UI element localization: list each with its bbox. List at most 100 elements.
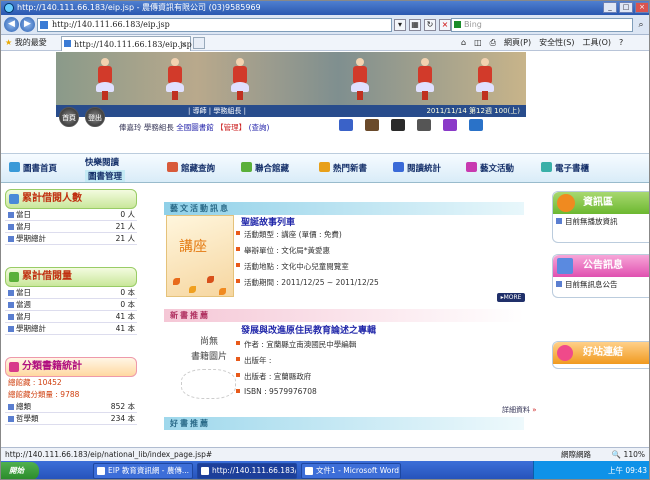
nav-ebook[interactable]: 電子書櫃 [541,162,589,174]
nav-arts[interactable]: 藝文活動 [466,162,514,174]
manage-link[interactable]: 【管理】 [216,123,246,132]
stop-icon[interactable]: × [439,19,451,31]
nav-stats[interactable]: 閱讀統計 [393,162,441,174]
phone-icon[interactable] [391,119,405,131]
menu-tools[interactable]: 工具(O) [582,35,611,51]
window-titlebar: http://140.111.66.183/eip.jsp - 農傳資訊有限公司… [1,1,649,15]
user-scope-link[interactable]: 全國圖書館 [176,123,214,132]
role-label: | 導師 | 學務組長 | [188,107,246,115]
taskbar-item[interactable]: http://140.111.66.183/eip... [197,463,297,479]
category-title: 分類書籍統計 [5,357,137,377]
user-line: 俸嘉玲 學務組長 全國圖書館 【管理】 (查詢) [119,122,269,133]
refresh-icon[interactable]: ↻ [424,19,436,31]
book-detail: 作者 : 宜蘭縣立南澳國民中學編輯 [236,339,356,350]
help-icon[interactable] [469,119,483,131]
nav-book-manage[interactable]: 圖書管理 [85,170,126,182]
notice-panel: 公告訊息 目前無訊息公告 [552,254,649,298]
dancer-figure [476,58,494,100]
command-bar: ★ 我的最愛 http://140.111.66.183/eip.jsp × ⌂… [1,35,649,53]
book-detail: ISBN : 9579976708 [236,387,317,396]
window-title: http://140.111.66.183/eip.jsp - 農傳資訊有限公司… [17,3,261,12]
event-title-link[interactable]: 聖誕故事列車 [241,215,295,228]
nav-fun-read[interactable]: 快樂閱讀 [85,156,119,168]
library-icon [241,162,252,172]
people-icon [9,194,19,204]
nav-collection[interactable]: 館藏查詢 [167,162,215,174]
link-icon [557,345,573,361]
dancer-figure [166,58,184,100]
new-tab-button[interactable] [193,37,205,49]
browser-tab[interactable]: http://140.111.66.183/eip.jsp × [61,36,192,53]
event-detail: 舉辦單位 : 文化局*黃愛惠 [236,245,330,256]
good-book-section-title: 好書推薦 [164,417,524,430]
page-icon [40,21,48,29]
book-title-link[interactable]: 發展與改進原住民教育論述之專輯 [241,323,376,336]
network-zone: 網際網路 [561,450,591,459]
arts-icon [466,162,477,172]
dancer-figure [416,58,434,100]
dancer-figure [231,58,249,100]
list-item: 總類 852 本 [5,401,137,413]
taskbar-item[interactable]: 文件1 - Microsoft Word [301,463,401,479]
dancer-figure [96,58,114,100]
back-icon[interactable]: ◀ [4,17,19,32]
user-name: 俸嘉玲 [119,123,142,132]
printer-icon[interactable] [417,119,431,131]
more-button[interactable]: ▸MORE [497,293,525,302]
logout-button[interactable]: 登出 [85,107,105,127]
feeds-icon[interactable]: ◫ [474,35,482,51]
mail-icon[interactable] [339,119,353,131]
people-icon[interactable] [365,119,379,131]
leaf-icon [189,286,196,293]
window-icon [201,467,209,475]
borrowers-panel: 累計借閱人數 當日 0 人 當月 21 人 學期總計 21 人 [5,189,137,245]
nav-home[interactable]: 圖書首頁 [9,162,57,174]
book-stack-icon [9,272,19,282]
dancer-figure [351,58,369,100]
list-item: 當日 0 人 [5,209,137,221]
query-link[interactable]: (查詢) [249,123,270,132]
list-item: 學期總計 21 人 [5,233,137,245]
nav-union[interactable]: 聯合館藏 [241,162,289,174]
info-icon[interactable] [443,119,457,131]
menu-safety[interactable]: 安全性(S) [539,35,574,51]
list-item: 當月 41 本 [5,311,137,323]
dropdown-icon[interactable]: ▾ [394,19,406,31]
event-image[interactable]: 講座 [166,215,234,297]
maximize-button[interactable]: □ [619,2,633,13]
notice-icon [557,258,573,274]
close-window-button[interactable]: × [635,2,649,13]
url-input[interactable]: http://140.111.66.183/eip.jsp [37,18,392,32]
favorites-button[interactable]: ★ 我的最愛 [5,35,47,51]
close-tab-icon[interactable]: × [180,37,187,53]
taskbar-item[interactable]: EIP 教育資訊網 - 農傳... [93,463,193,479]
zoom-level[interactable]: 🔍 110% [612,448,645,462]
category-panel: 分類書籍統計 總館藏 : 10452 總館藏分類量 : 9788 總類 852 本… [5,357,137,425]
help-menu-icon[interactable]: ? [619,35,623,51]
minimize-button[interactable]: _ [603,2,617,13]
search-book-icon [167,162,178,172]
book-detail: 出版者 : 宜蘭縣政府 [236,371,311,382]
word-icon [305,467,313,475]
home-button[interactable]: 首頁 [59,107,79,127]
user-role: 學務組長 [143,123,174,132]
home-icon[interactable]: ⌂ [461,35,466,51]
search-icon[interactable]: ⌕ [635,18,647,32]
address-bar: ◀ ▶ http://140.111.66.183/eip.jsp ▾ ▦ ↻ … [1,15,649,35]
arts-section-title: 藝文活動訊息 [164,202,524,215]
nav-hot[interactable]: 熱門新書 [319,162,367,174]
start-button[interactable]: 開始 [1,462,39,479]
print-icon[interactable]: ⎙ [490,35,496,51]
total-books: 總館藏 : 10452 [8,378,62,387]
info-panel-title: 資訊區 [553,192,649,214]
chart-icon [393,162,404,172]
forward-icon[interactable]: ▶ [20,17,35,32]
detail-link[interactable]: 詳細資料 » [502,405,537,415]
links-panel-title: 好站連結 [553,342,649,364]
menu-page[interactable]: 網頁(P) [504,35,531,51]
compat-icon[interactable]: ▦ [409,19,421,31]
status-url: http://140.111.66.183/eip/national_lib/i… [5,450,213,459]
event-detail: 活動類型 : 講座 (單價 : 免費) [236,229,342,240]
bing-icon [454,21,461,28]
search-input[interactable]: Bing [451,18,633,32]
